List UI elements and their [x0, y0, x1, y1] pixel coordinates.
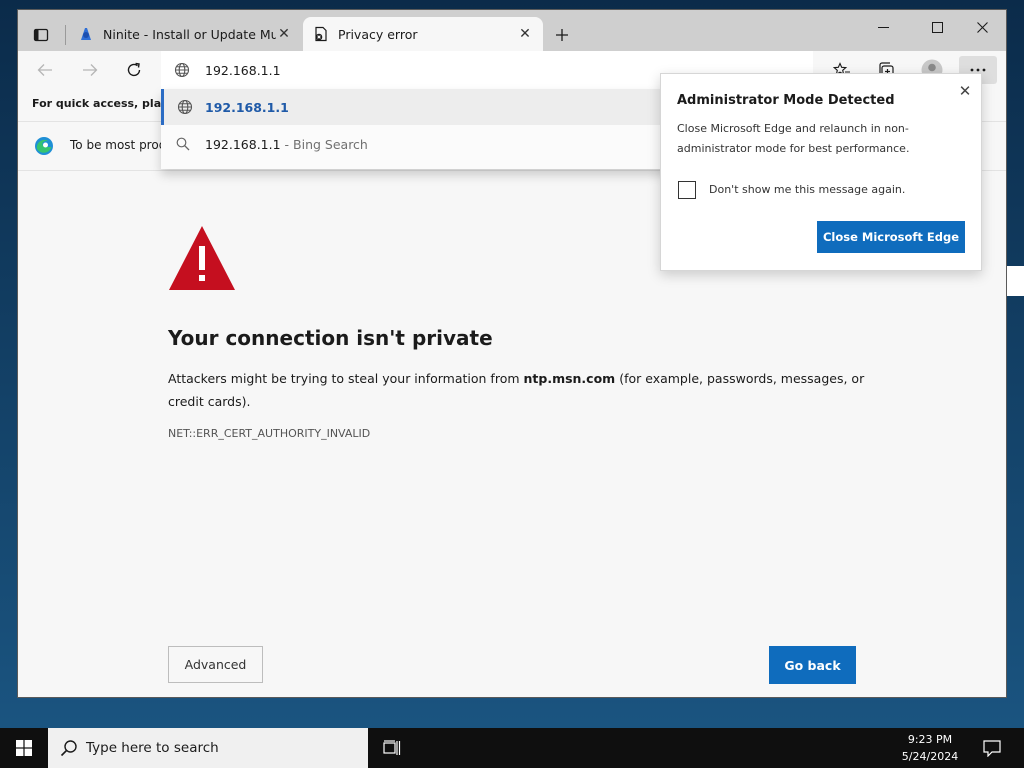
globe-icon	[177, 99, 192, 115]
clock-date: 5/24/2024	[901, 750, 959, 763]
forward-button[interactable]	[76, 58, 104, 82]
info-bar-text: To be most prod	[70, 138, 167, 152]
search-icon	[176, 137, 190, 151]
error-title: Your connection isn't private	[168, 326, 493, 350]
tab-title: Ninite - Install or Update Multiple Apps…	[103, 26, 276, 42]
clock[interactable]: 9:23 PM 5/24/2024	[880, 731, 980, 765]
tab-close-icon[interactable]: ✕	[276, 26, 292, 42]
error-description: Attackers might be trying to steal your …	[168, 367, 868, 413]
suggestion-subtext: - Bing Search	[284, 136, 368, 152]
new-tab-button[interactable]	[550, 23, 574, 47]
forward-arrow-icon	[83, 64, 98, 76]
tab-privacy-error[interactable]: Privacy error ✕	[303, 17, 543, 51]
suggestion-text: 192.168.1.1	[205, 99, 289, 115]
edge-logo-icon	[35, 137, 53, 155]
go-back-button[interactable]: Go back	[769, 646, 856, 684]
refresh-button[interactable]	[120, 58, 148, 82]
tab-actions-button[interactable]	[26, 23, 56, 47]
dont-show-again-checkbox[interactable]	[678, 181, 696, 199]
error-body-prefix: Attackers might be trying to steal your …	[168, 371, 524, 386]
checkbox-label: Don't show me this message again.	[709, 183, 906, 196]
clock-time: 9:23 PM	[907, 733, 953, 746]
popup-close-icon[interactable]: ✕	[957, 82, 973, 100]
close-edge-button[interactable]: Close Microsoft Edge	[817, 221, 965, 253]
privacy-error-icon	[315, 26, 327, 42]
warning-triangle-icon	[169, 226, 235, 290]
minimize-button[interactable]	[860, 12, 906, 42]
tab-strip: Ninite - Install or Update Multiple Apps…	[18, 10, 1006, 51]
plus-icon	[556, 29, 568, 41]
admin-mode-popup: Administrator Mode Detected ✕ Close Micr…	[660, 73, 982, 271]
maximize-button[interactable]	[914, 12, 960, 42]
taskbar: Type here to search 9:23 PM 5/24/2024	[0, 728, 1024, 768]
notifications-button[interactable]	[980, 736, 1004, 760]
suggestion-icon-wrap	[161, 137, 205, 151]
taskbar-search[interactable]: Type here to search	[48, 728, 368, 768]
advanced-button[interactable]: Advanced	[168, 646, 263, 683]
popup-title: Administrator Mode Detected	[677, 93, 895, 108]
tab-divider	[65, 25, 66, 45]
background-window-edge	[1006, 266, 1024, 296]
maximize-icon	[931, 21, 943, 33]
tab-close-icon[interactable]: ✕	[517, 26, 533, 42]
globe-icon	[174, 62, 190, 78]
popup-body: Close Microsoft Edge and relaunch in non…	[677, 122, 910, 155]
error-code: NET::ERR_CERT_AUTHORITY_INVALID	[168, 427, 371, 440]
back-button[interactable]	[31, 58, 59, 82]
tab-actions-icon	[33, 28, 49, 42]
task-view-icon	[383, 740, 401, 755]
search-icon	[60, 740, 77, 757]
error-host: ntp.msn.com	[523, 371, 616, 386]
minimize-icon	[877, 26, 889, 28]
search-icon-wrap	[60, 739, 78, 757]
windows-logo-icon	[16, 740, 32, 756]
close-window-button[interactable]	[959, 12, 1005, 42]
start-button[interactable]	[0, 728, 48, 768]
tab-title: Privacy error	[338, 26, 418, 42]
back-arrow-icon	[37, 64, 52, 76]
tab-ninite[interactable]: Ninite - Install or Update Multiple Apps…	[68, 17, 302, 51]
suggestion-text: 192.168.1.1	[205, 136, 281, 152]
notification-icon	[983, 739, 1001, 757]
suggestion-icon-wrap	[164, 99, 205, 115]
task-view-button[interactable]	[378, 736, 406, 760]
ninite-icon	[81, 28, 91, 40]
close-icon	[976, 21, 988, 33]
refresh-icon	[127, 62, 141, 77]
search-placeholder: Type here to search	[86, 740, 219, 756]
more-icon	[970, 68, 986, 72]
